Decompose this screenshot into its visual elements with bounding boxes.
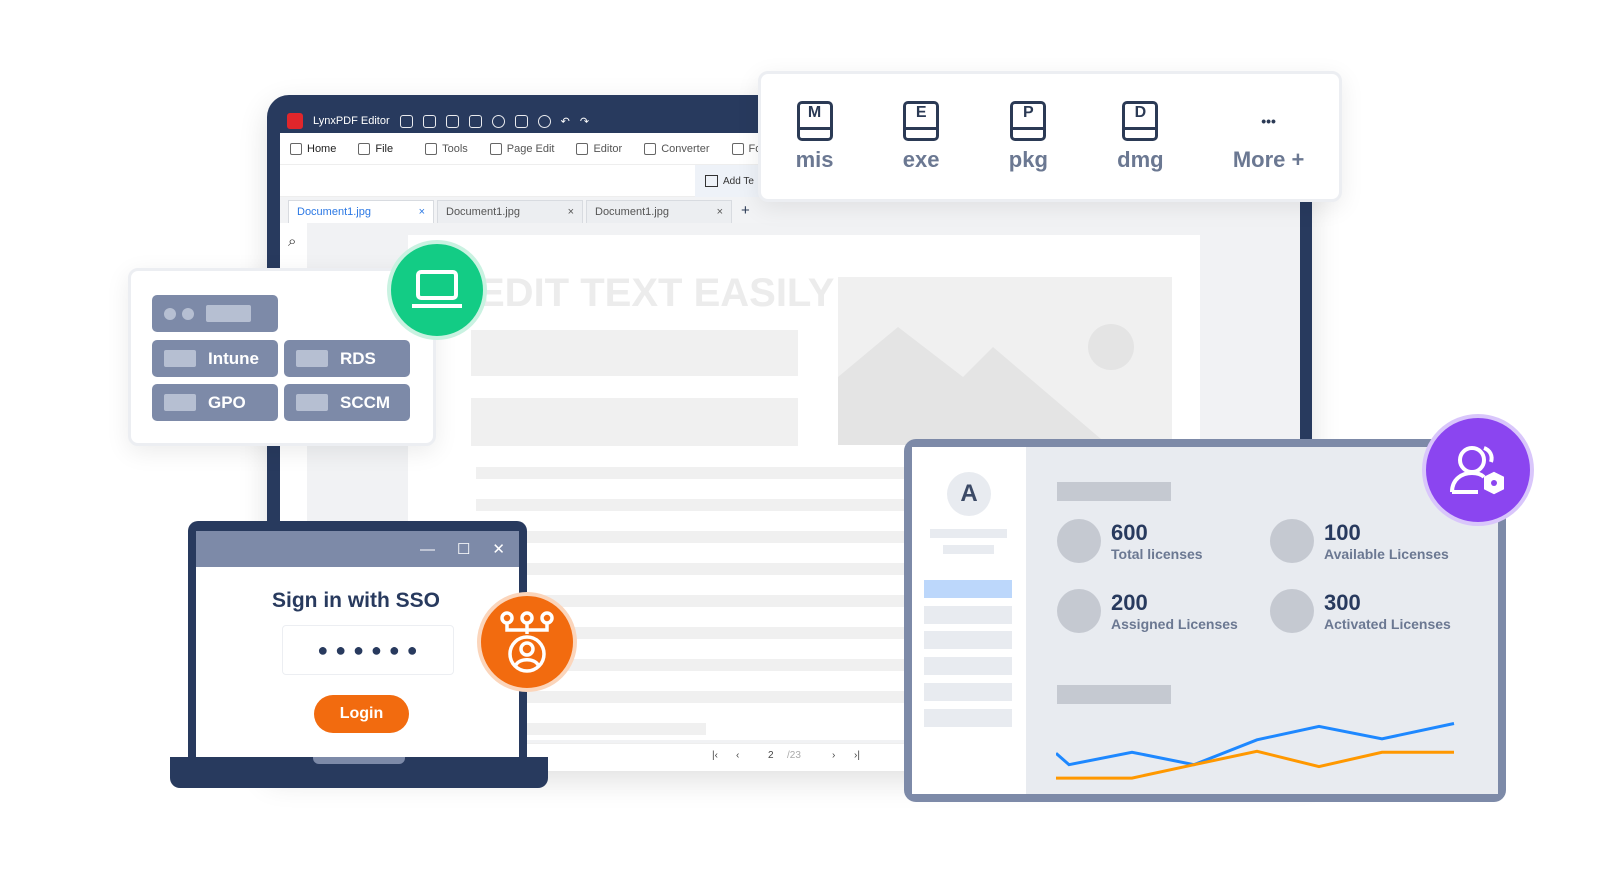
drive-icon: M (796, 100, 833, 141)
stat-activated: 300 Activated Licenses (1270, 589, 1451, 633)
open-icon[interactable] (399, 114, 413, 128)
sso-user-network-icon (477, 592, 577, 692)
ribbon-page-edit[interactable]: Page Edit (489, 142, 554, 155)
last-page-button[interactable]: ›| (854, 750, 860, 761)
format-dmg[interactable]: Ddmg (1117, 100, 1164, 173)
tab-document-2[interactable]: Document1.jpg × (437, 200, 583, 223)
maximize-icon[interactable]: ☐ (457, 540, 470, 558)
app-logo (287, 113, 303, 129)
ribbon-converter[interactable]: Converter (644, 142, 710, 155)
settings-icon[interactable] (537, 114, 551, 128)
more-icon: ••• (1261, 112, 1276, 129)
key-icon[interactable] (514, 114, 528, 128)
image-icon (838, 324, 1134, 445)
close-icon[interactable]: × (717, 206, 723, 218)
sidebar-item-active[interactable] (924, 580, 1012, 598)
package-formats-card: Mmis Eexe Ppkg Ddmg ••• More + (758, 71, 1342, 202)
file-icon (358, 142, 371, 155)
login-button[interactable]: Login (314, 695, 409, 733)
grid-icon (489, 142, 502, 155)
form-icon (731, 142, 744, 155)
edit-icon (576, 142, 589, 155)
tab-document-3[interactable]: Document1.jpg × (586, 200, 732, 223)
deploy-intune[interactable]: Intune (152, 340, 278, 377)
title-bar: LynxPDF Editor ↶ ↷ (287, 109, 589, 133)
close-icon[interactable]: ✕ (492, 540, 505, 558)
license-line-chart (1056, 722, 1455, 780)
image-placeholder (838, 277, 1172, 445)
save-icon[interactable] (422, 114, 436, 128)
sidebar-item[interactable] (924, 657, 1012, 675)
print-icon[interactable] (468, 114, 482, 128)
app-title: LynxPDF Editor (313, 115, 390, 127)
tab-document-1[interactable]: Document1.jpg × (288, 200, 434, 223)
stat-total: 600 Total licenses (1057, 519, 1203, 563)
deploy-rds[interactable]: RDS (284, 340, 410, 377)
page-number-input[interactable]: 2 (768, 750, 774, 761)
avatar: A (947, 472, 991, 516)
user-admin-icon (1422, 414, 1534, 526)
format-exe[interactable]: Eexe (903, 100, 940, 173)
laptop-base (170, 757, 548, 788)
ribbon-file[interactable]: File (358, 142, 393, 155)
sso-title: Sign in with SSO (272, 589, 440, 612)
stat-assigned: 200 Assigned Licenses (1057, 589, 1238, 633)
redo-icon[interactable]: ↷ (580, 115, 589, 128)
ribbon-tools[interactable]: Tools (425, 142, 468, 155)
sso-window: — ☐ ✕ Sign in with SSO ● ● ● ● ● ● Login (196, 531, 519, 761)
next-page-button[interactable]: › (832, 750, 835, 761)
help-icon[interactable] (491, 114, 505, 128)
format-pkg[interactable]: Ppkg (1009, 100, 1048, 173)
license-dashboard: A 600 Total licenses 100 Available License… (904, 439, 1506, 802)
drive-icon: P (1010, 100, 1047, 141)
sidebar-item[interactable] (924, 683, 1012, 701)
tools-icon (425, 142, 438, 155)
add-text-button[interactable]: Add Te (695, 165, 765, 197)
prev-page-button[interactable]: ‹ (736, 750, 739, 761)
drive-icon: D (1122, 100, 1159, 141)
ribbon-home[interactable]: Home (290, 142, 336, 155)
deploy-sccm[interactable]: SCCM (284, 384, 410, 421)
stat-available: 100 Available Licenses (1270, 519, 1449, 563)
more-formats-button[interactable]: ••• More + (1233, 101, 1305, 173)
first-page-button[interactable]: |‹ (712, 750, 718, 761)
convert-icon (644, 142, 657, 155)
sidebar-item[interactable] (924, 709, 1012, 727)
search-icon[interactable]: ⌕ (288, 233, 296, 250)
new-tab-button[interactable]: + (735, 200, 756, 223)
format-mis[interactable]: Mmis (796, 100, 834, 173)
drive-icon: E (903, 100, 940, 141)
window-placeholder (152, 295, 278, 332)
home-icon (290, 142, 302, 155)
minimize-icon[interactable]: — (420, 541, 435, 558)
page-total: /23 (787, 750, 801, 761)
page-heading: EDIT TEXT EASILY (478, 271, 835, 315)
add-text-icon (705, 175, 718, 187)
dashboard-main: 600 Total licenses 100 Available Licenses … (1026, 447, 1498, 794)
sidebar-item[interactable] (924, 606, 1012, 624)
laptop-icon (387, 240, 487, 340)
deploy-gpo[interactable]: GPO (152, 384, 278, 421)
sidebar-item[interactable] (924, 631, 1012, 649)
dashboard-sidebar: A (912, 447, 1026, 794)
password-field[interactable]: ● ● ● ● ● ● (282, 625, 454, 675)
chart-series-line-1 (1056, 722, 1455, 767)
close-icon[interactable]: × (568, 206, 574, 218)
undo-icon[interactable]: ↶ (561, 115, 570, 128)
ribbon-editor[interactable]: Editor (576, 142, 622, 155)
share-icon[interactable] (445, 114, 459, 128)
window-titlebar: — ☐ ✕ (196, 531, 519, 567)
close-icon[interactable]: × (419, 206, 425, 218)
